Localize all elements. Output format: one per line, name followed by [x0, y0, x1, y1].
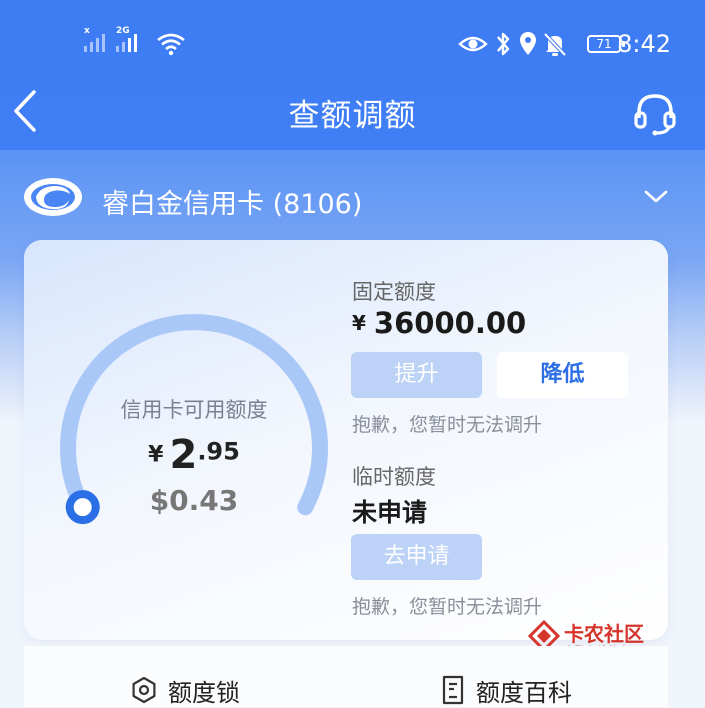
bank-logo-icon [24, 178, 82, 216]
fixed-limit-label: 固定额度 [352, 280, 436, 304]
fixed-limit-amount: ¥36000.00 [352, 306, 526, 340]
fixed-limit-value: 36000.00 [373, 306, 527, 340]
limit-lock-label: 额度锁 [168, 678, 240, 707]
card-name: 睿白金信用卡 (8106) [102, 189, 363, 220]
document-icon [442, 675, 464, 705]
raise-unavailable-hint: 抱歉，您暂时无法调升 [352, 414, 543, 436]
currency-symbol: ¥ [148, 442, 164, 468]
amount-decimal: .95 [197, 437, 240, 466]
lower-limit-button[interactable]: 降低 [497, 352, 628, 398]
bluetooth-icon [497, 32, 510, 56]
mute-bell-icon [543, 32, 567, 57]
chevron-down-icon[interactable] [643, 186, 669, 206]
eye-icon [458, 36, 488, 52]
currency-symbol: ¥ [352, 311, 366, 335]
nav-bar: 查额调额 [0, 68, 705, 154]
temp-unavailable-hint: 抱歉，您暂时无法调升 [352, 596, 543, 618]
page-title: 查额调额 [288, 98, 417, 134]
available-limit-amount: ¥2.95 [60, 432, 328, 478]
wifi-icon [157, 33, 185, 56]
signal-strength-icon: x [84, 26, 105, 52]
signal-label: x [84, 26, 90, 36]
location-icon [520, 32, 536, 55]
bottom-actions: 额度锁 额度百科 [24, 646, 668, 707]
temp-limit-status: 未申请 [352, 498, 428, 527]
raise-limit-button[interactable]: 提升 [351, 352, 482, 398]
status-bar: x 2G 71 8:42 [0, 22, 705, 68]
lock-icon [132, 676, 156, 704]
available-limit-label: 信用卡可用额度 [120, 398, 268, 422]
battery-indicator: 71 [587, 35, 625, 53]
card-selector[interactable]: 睿白金信用卡 (8106) [0, 154, 705, 240]
signal-label: 2G [116, 26, 130, 36]
amount-integer: 2 [169, 432, 198, 478]
clock: 8:42 [617, 30, 671, 58]
headset-icon[interactable] [631, 90, 679, 138]
available-limit-usd: $0.43 [149, 484, 239, 517]
limit-wiki-button[interactable]: 额度百科 [440, 674, 572, 707]
apply-temp-limit-button[interactable]: 去申请 [351, 534, 482, 580]
signal-strength-icon: 2G [116, 26, 137, 52]
limit-wiki-label: 额度百科 [476, 678, 572, 707]
limit-lock-button[interactable]: 额度锁 [130, 674, 240, 707]
temp-limit-label: 临时额度 [352, 465, 436, 489]
limit-panel: 信用卡可用额度 ¥2.95 $0.43 固定额度 ¥36000.00 提升 降低… [24, 240, 668, 640]
